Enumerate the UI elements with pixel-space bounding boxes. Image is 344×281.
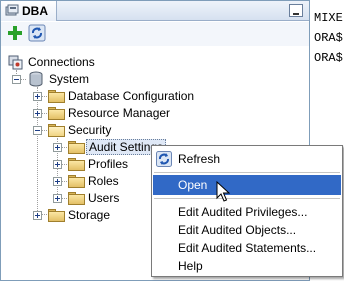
results-line: MIXE	[314, 11, 343, 25]
folder-icon	[48, 89, 66, 103]
folder-icon	[68, 157, 86, 171]
dba-tab-label: DBA	[22, 4, 48, 18]
menu-item-label: Edit Audited Privileges...	[178, 205, 308, 219]
menu-item-edit-audited-statements[interactable]: Edit Audited Statements...	[153, 238, 341, 258]
tree-label: Profiles	[88, 157, 129, 171]
tree-item-security[interactable]: Security	[1, 122, 301, 139]
expand-icon[interactable]	[53, 160, 62, 169]
menu-item-refresh[interactable]: Refresh	[153, 149, 341, 169]
results-line: ORA$	[314, 31, 343, 45]
menu-item-help[interactable]: Help	[153, 256, 341, 276]
folder-icon	[48, 208, 66, 222]
tree-item-system[interactable]: System	[1, 71, 301, 88]
tree-item-resource-manager[interactable]: Resource Manager	[1, 105, 301, 122]
folder-icon	[68, 174, 86, 188]
add-connection-icon[interactable]	[7, 25, 23, 41]
expand-icon[interactable]	[53, 177, 62, 186]
tree-label: Connections	[28, 55, 95, 69]
database-icon	[5, 4, 19, 18]
tree-label: Roles	[88, 174, 119, 188]
panel-toolbar	[1, 22, 309, 46]
menu-item-label: Refresh	[178, 152, 221, 166]
menu-item-label: Edit Audited Statements...	[178, 241, 317, 255]
tree-label: Resource Manager	[68, 106, 171, 120]
tree-item-database-configuration[interactable]: Database Configuration	[1, 88, 301, 105]
mouse-pointer-icon	[216, 180, 231, 203]
menu-item-edit-audited-objects[interactable]: Edit Audited Objects...	[153, 220, 341, 240]
open-folder-icon	[48, 123, 66, 137]
menu-item-label: Open	[178, 178, 208, 192]
expand-icon[interactable]	[53, 194, 62, 203]
menu-item-label: Edit Audited Objects...	[178, 223, 297, 237]
tree-label: Users	[88, 191, 120, 205]
tree-label: System	[49, 72, 90, 86]
expand-icon[interactable]	[53, 143, 62, 152]
refresh-icon	[156, 151, 172, 167]
menu-item-open[interactable]: Open	[153, 175, 341, 195]
tree-label: Storage	[68, 208, 111, 222]
minimize-button[interactable]	[289, 4, 303, 17]
menu-separator	[154, 198, 340, 199]
expand-icon[interactable]	[33, 211, 42, 220]
collapse-icon[interactable]	[12, 75, 21, 84]
expand-icon[interactable]	[33, 109, 42, 118]
folder-icon	[68, 191, 86, 205]
collapse-icon[interactable]	[33, 126, 42, 135]
menu-separator	[154, 172, 340, 173]
tree-item-connections[interactable]: Connections	[1, 54, 301, 71]
menu-item-label: Help	[178, 259, 203, 273]
dba-tab[interactable]: DBA	[1, 1, 57, 21]
panel-tabbar: DBA	[1, 1, 309, 21]
folder-icon	[48, 106, 66, 120]
tree-label: Database Configuration	[68, 89, 195, 103]
refresh-icon[interactable]	[28, 24, 46, 42]
folder-icon	[68, 140, 86, 154]
results-line: ORA$	[314, 51, 343, 65]
menu-item-edit-audited-privileges[interactable]: Edit Audited Privileges...	[153, 202, 341, 222]
context-menu: Refresh Open Edit Audited Privileges... …	[151, 145, 343, 277]
expand-icon[interactable]	[33, 92, 42, 101]
tree-label: Security	[68, 123, 112, 137]
